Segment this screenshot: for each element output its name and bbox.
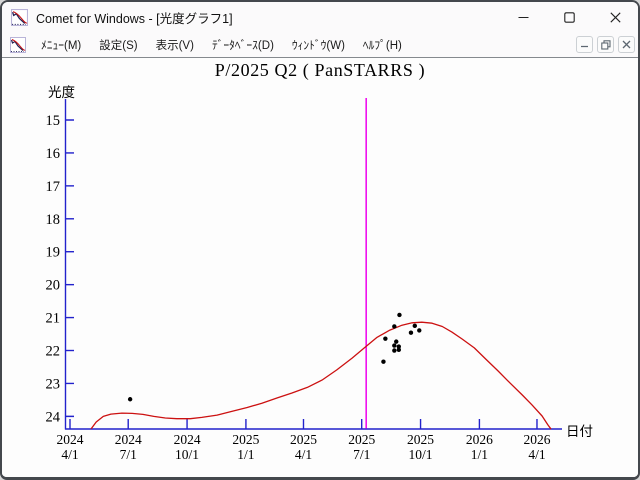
observation-point [413, 324, 417, 328]
observation-point [409, 331, 413, 335]
menu-item-settings[interactable]: 設定(S) [90, 34, 146, 56]
x-tick-label-year: 2025 [232, 432, 259, 447]
y-tick-label: 24 [46, 409, 61, 425]
y-tick-label: 18 [46, 212, 61, 228]
observation-point [392, 348, 396, 352]
x-tick-label-date: 10/1 [175, 447, 199, 462]
x-tick-label-year: 2025 [290, 432, 317, 447]
x-tick-label-date: 4/1 [528, 447, 545, 462]
menu-bar: ﾒﾆｭｰ(M)設定(S)表示(V)ﾃﾞｰﾀﾍﾞｰｽ(D)ｳｨﾝﾄﾞｳ(W)ﾍﾙﾌ… [2, 32, 638, 58]
observation-point [397, 348, 401, 352]
mdi-minimize-button[interactable] [576, 36, 593, 53]
x-tick-label-date: 4/1 [61, 447, 78, 462]
minimize-button[interactable] [500, 2, 546, 32]
observation-point [392, 324, 396, 328]
observation-point [381, 360, 385, 364]
observation-point [417, 328, 421, 332]
mdi-restore-icon [601, 40, 611, 50]
mdi-minimize-icon [580, 40, 589, 49]
observation-point [394, 339, 398, 343]
close-button[interactable] [592, 2, 638, 32]
menu-item-window[interactable]: ｳｨﾝﾄﾞｳ(W) [283, 34, 354, 56]
mdi-close-button[interactable] [618, 36, 635, 53]
y-tick-label: 23 [46, 376, 61, 392]
minimize-icon [518, 12, 529, 23]
y-tick-label: 22 [46, 344, 61, 360]
menu-item-help[interactable]: ﾍﾙﾌﾟ(H) [354, 34, 411, 56]
observation-point [128, 397, 132, 401]
menu-item-view[interactable]: 表示(V) [147, 34, 203, 56]
menu-item-menu[interactable]: ﾒﾆｭｰ(M) [32, 34, 90, 56]
light-curve-plot: 1516171819202122232420244/120247/1202410… [2, 58, 640, 480]
x-tick-label-year: 2024 [174, 432, 201, 447]
comet-app-icon [11, 9, 28, 26]
y-tick-label: 21 [46, 311, 61, 327]
x-tick-label-year: 2026 [466, 432, 493, 447]
observation-point [392, 343, 396, 347]
observation-point [383, 336, 387, 340]
app-window: Comet for Windows - [光度グラフ1] ﾒﾆｭｰ(M)設定(S… [0, 0, 640, 480]
y-tick-label: 19 [46, 245, 61, 261]
x-tick-label-date: 10/1 [409, 447, 433, 462]
y-tick-label: 15 [46, 113, 61, 129]
chart-area: P/2025 Q2 ( PanSTARRS ) 光度 日付 1516171819… [2, 58, 638, 480]
mdi-restore-button[interactable] [597, 36, 614, 53]
maximize-icon [564, 12, 575, 23]
x-tick-label-year: 2025 [407, 432, 434, 447]
model-light-curve [91, 322, 551, 429]
title-bar: Comet for Windows - [光度グラフ1] [2, 2, 638, 32]
maximize-button[interactable] [546, 2, 592, 32]
x-tick-label-date: 7/1 [353, 447, 370, 462]
mdi-window-controls [572, 36, 635, 53]
x-tick-label-date: 1/1 [471, 447, 488, 462]
x-tick-label-year: 2024 [57, 432, 84, 447]
close-icon [610, 12, 621, 23]
window-title: Comet for Windows - [光度グラフ1] [36, 8, 233, 27]
y-tick-label: 20 [46, 278, 61, 294]
y-tick-label: 17 [46, 179, 61, 195]
y-tick-label: 16 [46, 146, 61, 162]
menu-items: ﾒﾆｭｰ(M)設定(S)表示(V)ﾃﾞｰﾀﾍﾞｰｽ(D)ｳｨﾝﾄﾞｳ(W)ﾍﾙﾌ… [32, 34, 411, 56]
x-tick-label-date: 4/1 [295, 447, 312, 462]
x-tick-label-date: 1/1 [237, 447, 254, 462]
menu-item-database[interactable]: ﾃﾞｰﾀﾍﾞｰｽ(D) [203, 34, 283, 56]
x-tick-label-year: 2024 [115, 432, 142, 447]
window-controls [500, 2, 638, 32]
x-tick-label-year: 2025 [348, 432, 375, 447]
observation-point [397, 313, 401, 317]
x-tick-label-year: 2026 [523, 432, 550, 447]
mdi-close-icon [622, 40, 631, 49]
x-tick-label-date: 7/1 [120, 447, 137, 462]
document-comet-icon [10, 37, 26, 53]
